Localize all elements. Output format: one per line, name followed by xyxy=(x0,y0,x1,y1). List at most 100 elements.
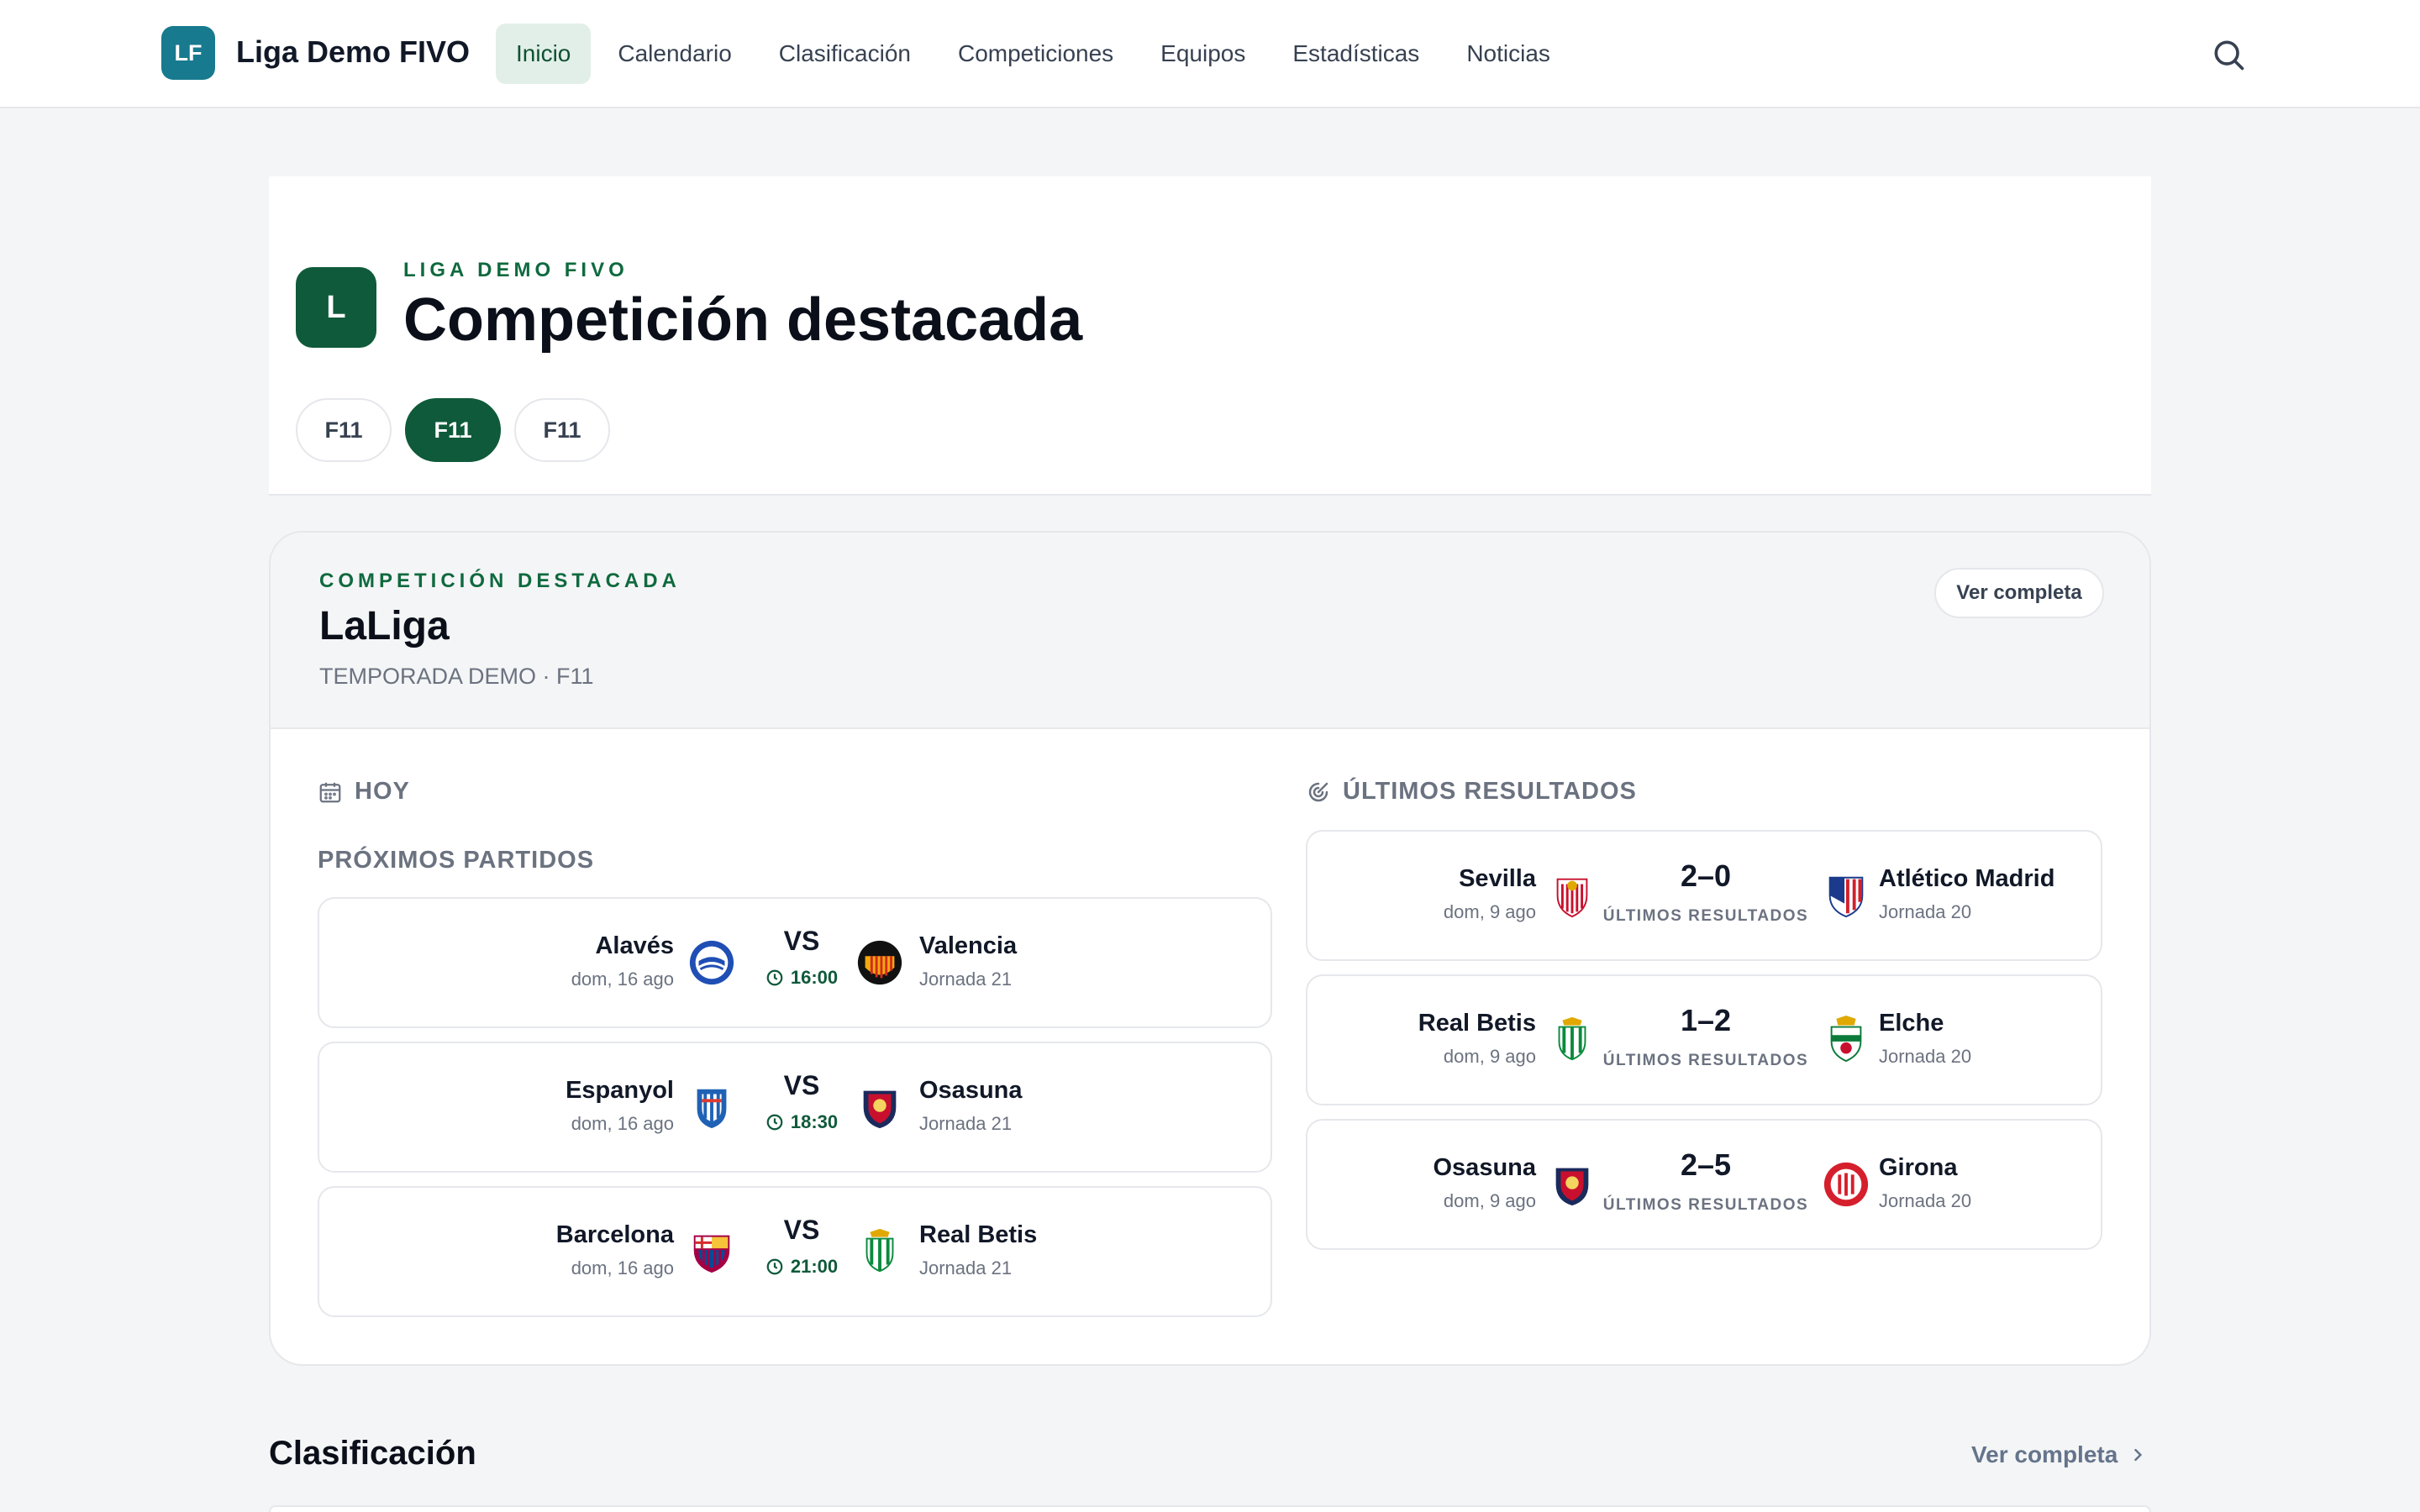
match-center: VS 21:00 xyxy=(760,1215,844,1278)
match-date: dom, 16 ago xyxy=(571,969,674,990)
search-icon[interactable] xyxy=(2210,36,2247,73)
espanyol-crest-icon xyxy=(697,1089,727,1129)
score-caption: ÚLTIMOS RESULTADOS xyxy=(1602,907,1809,925)
competition-badge: L xyxy=(296,267,376,348)
matchday: Jornada 20 xyxy=(1879,901,1972,922)
standings-table xyxy=(269,1505,2151,1512)
result-match[interactable]: Sevilla dom, 9 ago 2–0 ÚLTIMOS RESULTADO… xyxy=(1306,830,2102,961)
upcoming-match[interactable]: Alavés dom, 16 ago VS 16:00 Valencia Jor… xyxy=(318,897,1272,1028)
away-team-name: Girona xyxy=(1879,1154,1958,1181)
home-team-name: Osasuna xyxy=(1433,1154,1537,1181)
upcoming-label: PRÓXIMOS PARTIDOS xyxy=(318,847,595,874)
result-match[interactable]: Osasuna dom, 9 ago 2–5 ÚLTIMOS RESULTADO… xyxy=(1306,1119,2102,1250)
brand-name[interactable]: Liga Demo FIVO xyxy=(236,34,470,70)
format-chips: F11 F11 F11 xyxy=(296,398,610,462)
clock-icon xyxy=(766,969,783,986)
standings-view-full-link[interactable]: Ver completa xyxy=(1971,1441,2146,1468)
score-caption: ÚLTIMOS RESULTADOS xyxy=(1602,1196,1809,1214)
results-header: ÚLTIMOS RESULTADOS xyxy=(1306,778,1637,806)
away-team-name: Atlético Madrid xyxy=(1879,865,2055,892)
home-team-name: Espanyol xyxy=(566,1077,674,1104)
match-date: dom, 16 ago xyxy=(571,1113,674,1134)
upcoming-match[interactable]: Espanyol dom, 16 ago VS 18:30 Osasuna Jo… xyxy=(318,1042,1272,1173)
home-team-name: Sevilla xyxy=(1459,865,1536,892)
match-date: dom, 9 ago xyxy=(1443,1046,1536,1067)
clock-icon xyxy=(766,1114,783,1131)
final-score: 1–2 xyxy=(1680,1003,1732,1037)
nav-item-estadisticas[interactable]: Estadísticas xyxy=(1272,24,1439,84)
kickoff-time-value: 16:00 xyxy=(790,967,839,988)
match-center: 2–0 ÚLTIMOS RESULTADOS xyxy=(1588,858,1823,926)
nav-item-clasificacion[interactable]: Clasificación xyxy=(759,24,931,84)
upcoming-match[interactable]: Barcelona dom, 16 ago VS 21:00 Real Beti… xyxy=(318,1186,1272,1317)
match-date: dom, 16 ago xyxy=(571,1257,674,1278)
kickoff-time: 18:30 xyxy=(760,1111,844,1133)
standings-title: Clasificación xyxy=(269,1435,476,1472)
home-team: Espanyol dom, 16 ago xyxy=(566,1077,674,1135)
nav-item-inicio[interactable]: Inicio xyxy=(496,24,592,84)
vs-label: VS xyxy=(783,926,820,956)
away-team-name: Elche xyxy=(1879,1010,1944,1037)
home-team-name: Real Betis xyxy=(1418,1010,1536,1037)
match-center: 2–5 ÚLTIMOS RESULTADOS xyxy=(1588,1147,1823,1215)
away-team: Real Betis Jornada 21 xyxy=(919,1221,1037,1279)
nav-item-competiciones[interactable]: Competiciones xyxy=(938,24,1134,84)
match-date: dom, 9 ago xyxy=(1443,1190,1536,1211)
away-team-name: Valencia xyxy=(919,932,1018,959)
standings-link-label: Ver completa xyxy=(1971,1441,2118,1467)
home-team-name: Barcelona xyxy=(555,1221,674,1248)
clock-icon xyxy=(766,1258,783,1275)
result-match[interactable]: Real Betis dom, 9 ago 1–2 ÚLTIMOS RESULT… xyxy=(1306,974,2102,1105)
kickoff-time: 16:00 xyxy=(760,967,844,989)
card-header: COMPETICIÓN DESTACADA LaLiga TEMPORADA D… xyxy=(271,533,2149,729)
season-label: TEMPORADA DEMO · F11 xyxy=(319,664,594,689)
final-score: 2–0 xyxy=(1680,858,1732,893)
matchday: Jornada 20 xyxy=(1879,1046,1972,1067)
results-icon xyxy=(1308,782,1328,801)
format-chip-active[interactable]: F11 xyxy=(405,398,501,462)
alaves-crest-icon xyxy=(689,940,734,985)
final-score: 2–5 xyxy=(1680,1147,1732,1182)
away-team: Elche Jornada 20 xyxy=(1879,1010,1971,1068)
hero-kicker: LIGA DEMO FIVO xyxy=(403,259,629,281)
girona-crest-icon xyxy=(1823,1162,1869,1207)
hero-section: L LIGA DEMO FIVO Competición destacada F… xyxy=(269,176,2151,496)
atletico-madrid-crest-icon xyxy=(1828,876,1864,918)
format-chip[interactable]: F11 xyxy=(296,398,392,462)
real-betis-crest-icon xyxy=(865,1228,894,1273)
nav-item-equipos[interactable]: Equipos xyxy=(1140,24,1265,84)
nav-item-calendario[interactable]: Calendario xyxy=(597,24,751,84)
matchday: Jornada 21 xyxy=(919,1113,1013,1134)
home-team: Barcelona dom, 16 ago xyxy=(556,1221,674,1279)
away-team: Girona Jornada 20 xyxy=(1879,1154,1971,1212)
matchday: Jornada 20 xyxy=(1879,1190,1972,1211)
card-kicker: COMPETICIÓN DESTACADA xyxy=(319,570,681,592)
format-chip[interactable]: F11 xyxy=(514,398,610,462)
kickoff-time-value: 21:00 xyxy=(790,1256,839,1277)
nav-item-noticias[interactable]: Noticias xyxy=(1446,24,1570,84)
top-navigation: LF Liga Demo FIVO Inicio Calendario Clas… xyxy=(0,0,2420,108)
featured-competition-card: COMPETICIÓN DESTACADA LaLiga TEMPORADA D… xyxy=(269,531,2151,1366)
match-center: VS 18:30 xyxy=(760,1070,844,1133)
vs-label: VS xyxy=(783,1215,820,1245)
competition-name: LaLiga xyxy=(319,604,450,648)
home-team: Sevilla dom, 9 ago xyxy=(1444,865,1536,923)
away-team: Osasuna Jornada 21 xyxy=(919,1077,1023,1135)
home-team-name: Alavés xyxy=(595,932,674,959)
score-caption: ÚLTIMOS RESULTADOS xyxy=(1602,1052,1809,1069)
match-center: 1–2 ÚLTIMOS RESULTADOS xyxy=(1588,1003,1823,1070)
today-label: HOY xyxy=(355,778,410,805)
view-full-button[interactable]: Ver completa xyxy=(1934,568,2104,618)
results-label: ÚLTIMOS RESULTADOS xyxy=(1343,778,1637,805)
home-team: Alavés dom, 16 ago xyxy=(571,932,674,990)
barcelona-crest-icon xyxy=(693,1235,730,1273)
match-center: VS 16:00 xyxy=(760,926,844,989)
valencia-crest-icon xyxy=(857,940,902,985)
page-title: Competición destacada xyxy=(403,286,1083,354)
brand-logo[interactable]: LF xyxy=(161,26,215,80)
away-team-name: Osasuna xyxy=(919,1077,1023,1104)
away-team: Valencia Jornada 21 xyxy=(919,932,1017,990)
kickoff-time: 21:00 xyxy=(760,1256,844,1278)
matchday: Jornada 21 xyxy=(919,1257,1013,1278)
home-team: Osasuna dom, 9 ago xyxy=(1434,1154,1537,1212)
